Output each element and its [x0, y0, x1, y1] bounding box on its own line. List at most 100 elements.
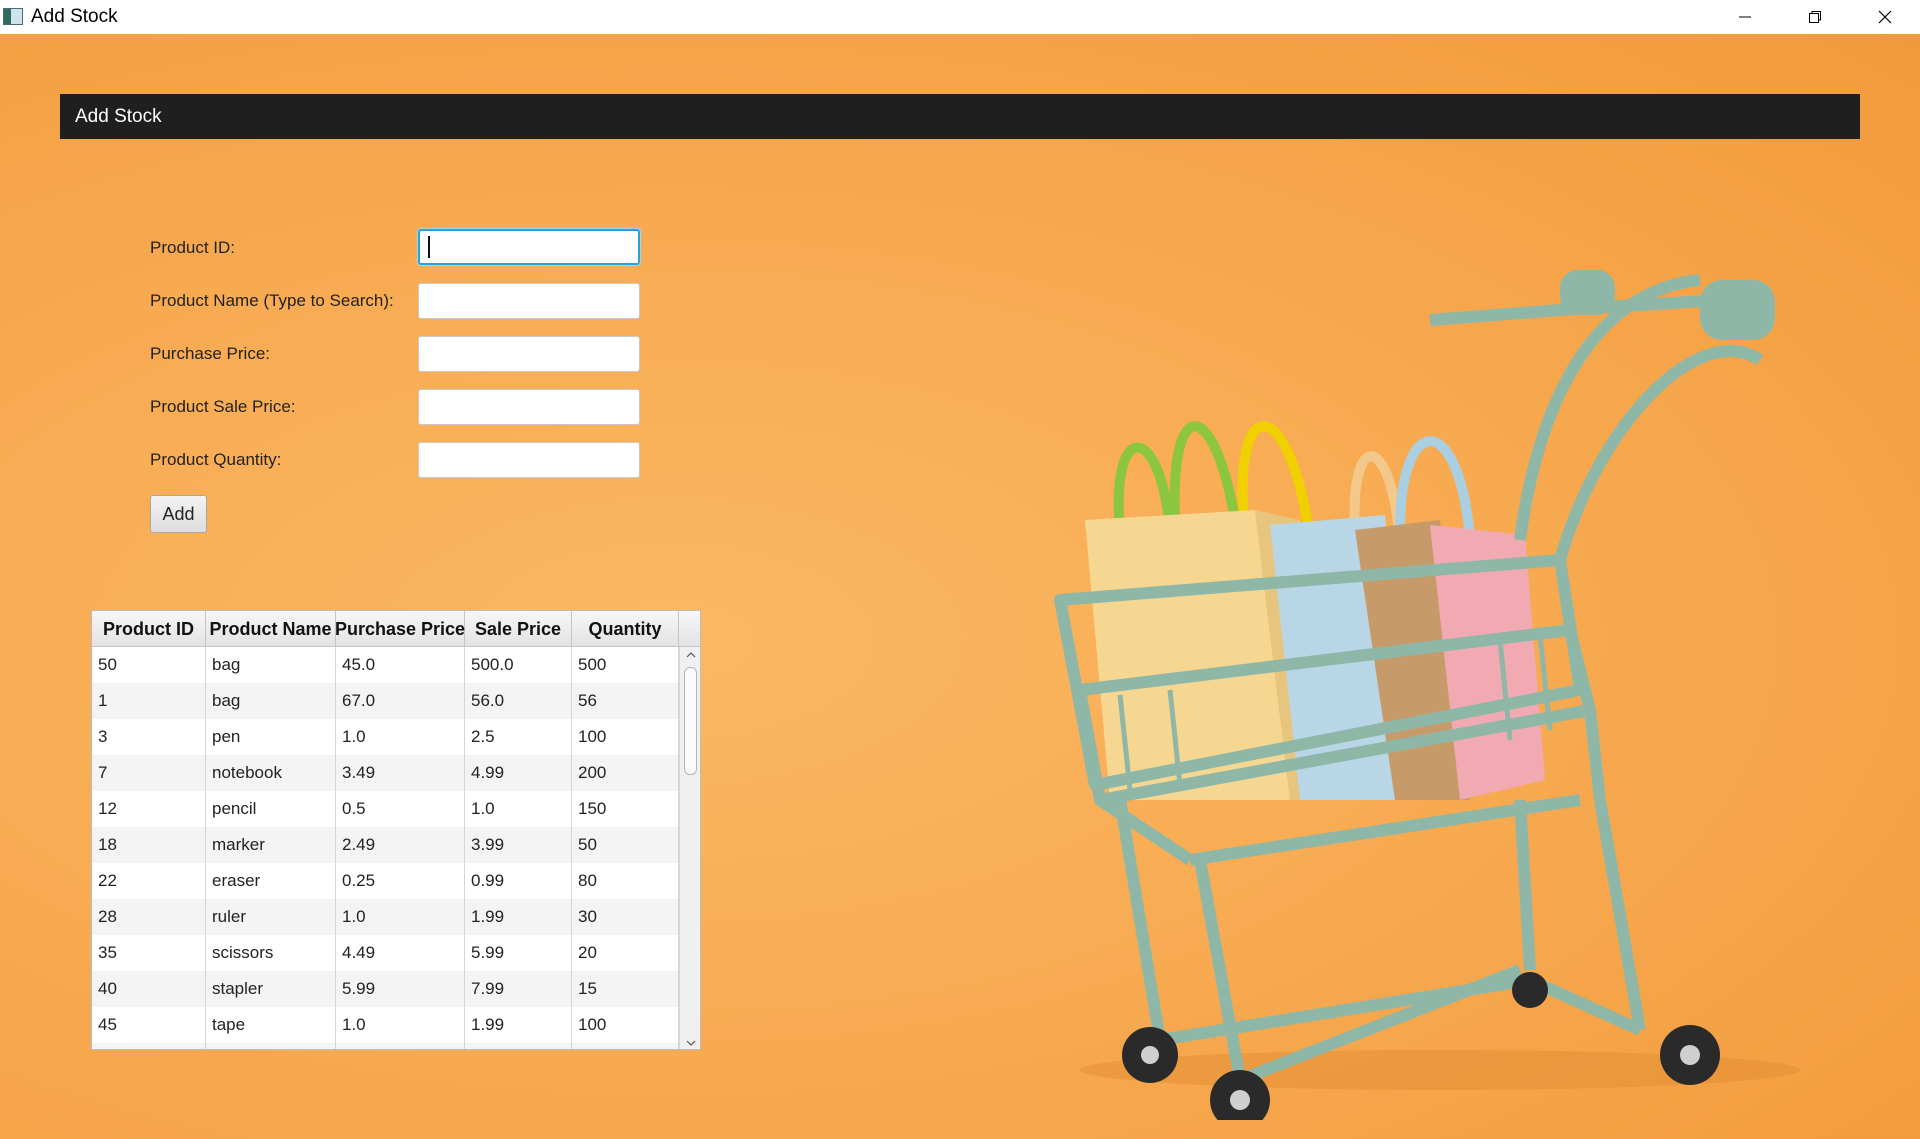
restore-button[interactable]	[1780, 0, 1850, 34]
cell-purchase-price: 0.25	[336, 863, 465, 899]
cell-purchase-price: 1.0	[336, 1007, 465, 1043]
cell-purchase-price: 1.0	[336, 719, 465, 755]
cell-product-id: 3	[92, 719, 206, 755]
cell-sale-price: 3.99	[465, 827, 572, 863]
cell-product-id: 22	[92, 863, 206, 899]
cell-sale-price: 56.0	[465, 683, 572, 719]
table-row[interactable]: 3 pen 1.0 2.5 100	[92, 719, 679, 755]
quantity-label: Product Quantity:	[150, 450, 282, 469]
cell-quantity: 100	[572, 1007, 679, 1043]
table-row[interactable]: 45 tape 1.0 1.99 100	[92, 1007, 679, 1043]
table-row[interactable]	[92, 1043, 679, 1049]
cell-sale-price: 1.99	[465, 1007, 572, 1043]
minimize-icon	[1739, 16, 1751, 18]
cell-sale-price: 500.0	[465, 647, 572, 683]
cell-product-id: 12	[92, 791, 206, 827]
purchase-price-label: Purchase Price:	[150, 344, 270, 363]
column-header-purchase-price[interactable]: Purchase Price	[335, 611, 465, 647]
table-row[interactable]: 18 marker 2.49 3.99 50	[92, 827, 679, 863]
scroll-down-button[interactable]	[680, 1035, 700, 1049]
cell-product-name	[206, 1043, 336, 1049]
cell-quantity: 80	[572, 863, 679, 899]
cell-product-name: bag	[206, 683, 336, 719]
cell-purchase-price: 3.49	[336, 755, 465, 791]
cell-purchase-price: 4.49	[336, 935, 465, 971]
cell-purchase-price: 2.49	[336, 827, 465, 863]
purchase-price-input[interactable]	[418, 336, 640, 372]
cell-purchase-price	[336, 1043, 465, 1049]
cell-sale-price: 0.99	[465, 863, 572, 899]
column-header-product-id[interactable]: Product ID	[92, 611, 206, 647]
table-vertical-scrollbar[interactable]	[679, 647, 700, 1049]
cell-sale-price: 1.0	[465, 791, 572, 827]
cell-purchase-price: 0.5	[336, 791, 465, 827]
window-titlebar: Add Stock	[0, 0, 1920, 34]
cell-quantity	[572, 1043, 679, 1049]
table-header-corner	[679, 611, 700, 647]
table-row[interactable]: 50 bag 45.0 500.0 500	[92, 647, 679, 683]
shopping-cart-image	[1054, 270, 1800, 1120]
cell-product-name: notebook	[206, 755, 336, 791]
sale-price-input[interactable]	[418, 389, 640, 425]
table-row[interactable]: 22 eraser 0.25 0.99 80	[92, 863, 679, 899]
cell-product-name: pen	[206, 719, 336, 755]
cell-product-name: marker	[206, 827, 336, 863]
cell-sale-price: 4.99	[465, 755, 572, 791]
cell-product-id: 7	[92, 755, 206, 791]
cell-product-name: scissors	[206, 935, 336, 971]
table-row[interactable]: 28 ruler 1.0 1.99 30	[92, 899, 679, 935]
window-title: Add Stock	[31, 6, 118, 27]
chevron-up-icon	[686, 652, 695, 658]
cell-purchase-price: 67.0	[336, 683, 465, 719]
column-header-quantity[interactable]: Quantity	[572, 611, 679, 647]
cell-product-name: pencil	[206, 791, 336, 827]
sale-price-label: Product Sale Price:	[150, 397, 296, 416]
product-name-label: Product Name (Type to Search):	[150, 291, 394, 310]
table-header: Product ID Product Name Purchase Price S…	[92, 611, 679, 647]
cell-quantity: 30	[572, 899, 679, 935]
cell-quantity: 100	[572, 719, 679, 755]
cell-product-id: 40	[92, 971, 206, 1007]
column-header-sale-price[interactable]: Sale Price	[465, 611, 572, 647]
cell-quantity: 150	[572, 791, 679, 827]
cell-product-id: 18	[92, 827, 206, 863]
header-bar: Add Stock	[60, 94, 1860, 139]
restore-icon	[1809, 11, 1821, 23]
cell-product-name: bag	[206, 647, 336, 683]
scroll-thumb[interactable]	[684, 667, 697, 775]
cell-product-name: eraser	[206, 863, 336, 899]
table-row[interactable]: 12 pencil 0.5 1.0 150	[92, 791, 679, 827]
cell-product-id: 45	[92, 1007, 206, 1043]
cell-product-name: tape	[206, 1007, 336, 1043]
cell-quantity: 15	[572, 971, 679, 1007]
cell-purchase-price: 45.0	[336, 647, 465, 683]
product-id-input[interactable]	[418, 229, 640, 265]
table-row[interactable]: 1 bag 67.0 56.0 56	[92, 683, 679, 719]
product-name-input[interactable]	[418, 283, 640, 319]
stock-table: Product ID Product Name Purchase Price S…	[91, 610, 701, 1050]
cell-quantity: 50	[572, 827, 679, 863]
cell-purchase-price: 5.99	[336, 971, 465, 1007]
scroll-up-button[interactable]	[680, 647, 700, 663]
table-row[interactable]: 35 scissors 4.49 5.99 20	[92, 935, 679, 971]
cell-quantity: 20	[572, 935, 679, 971]
cell-sale-price: 5.99	[465, 935, 572, 971]
page-title: Add Stock	[75, 106, 162, 127]
cell-sale-price: 2.5	[465, 719, 572, 755]
product-id-label: Product ID:	[150, 238, 236, 257]
minimize-button[interactable]	[1710, 0, 1780, 34]
column-header-product-name[interactable]: Product Name	[206, 611, 336, 647]
add-button[interactable]: Add	[150, 495, 207, 533]
cell-sale-price: 7.99	[465, 971, 572, 1007]
cell-product-id: 28	[92, 899, 206, 935]
quantity-input[interactable]	[418, 442, 640, 478]
app-window-icon	[3, 8, 23, 25]
close-icon	[1878, 10, 1892, 24]
table-body: 50 bag 45.0 500.0 500 1 bag 67.0 56.0 56 3 pen 1.0 2.…	[92, 647, 679, 1049]
cell-purchase-price: 1.0	[336, 899, 465, 935]
table-row[interactable]: 7 notebook 3.49 4.99 200	[92, 755, 679, 791]
table-row[interactable]: 40 stapler 5.99 7.99 15	[92, 971, 679, 1007]
close-button[interactable]	[1850, 0, 1920, 34]
cell-sale-price: 1.99	[465, 899, 572, 935]
cell-product-name: ruler	[206, 899, 336, 935]
